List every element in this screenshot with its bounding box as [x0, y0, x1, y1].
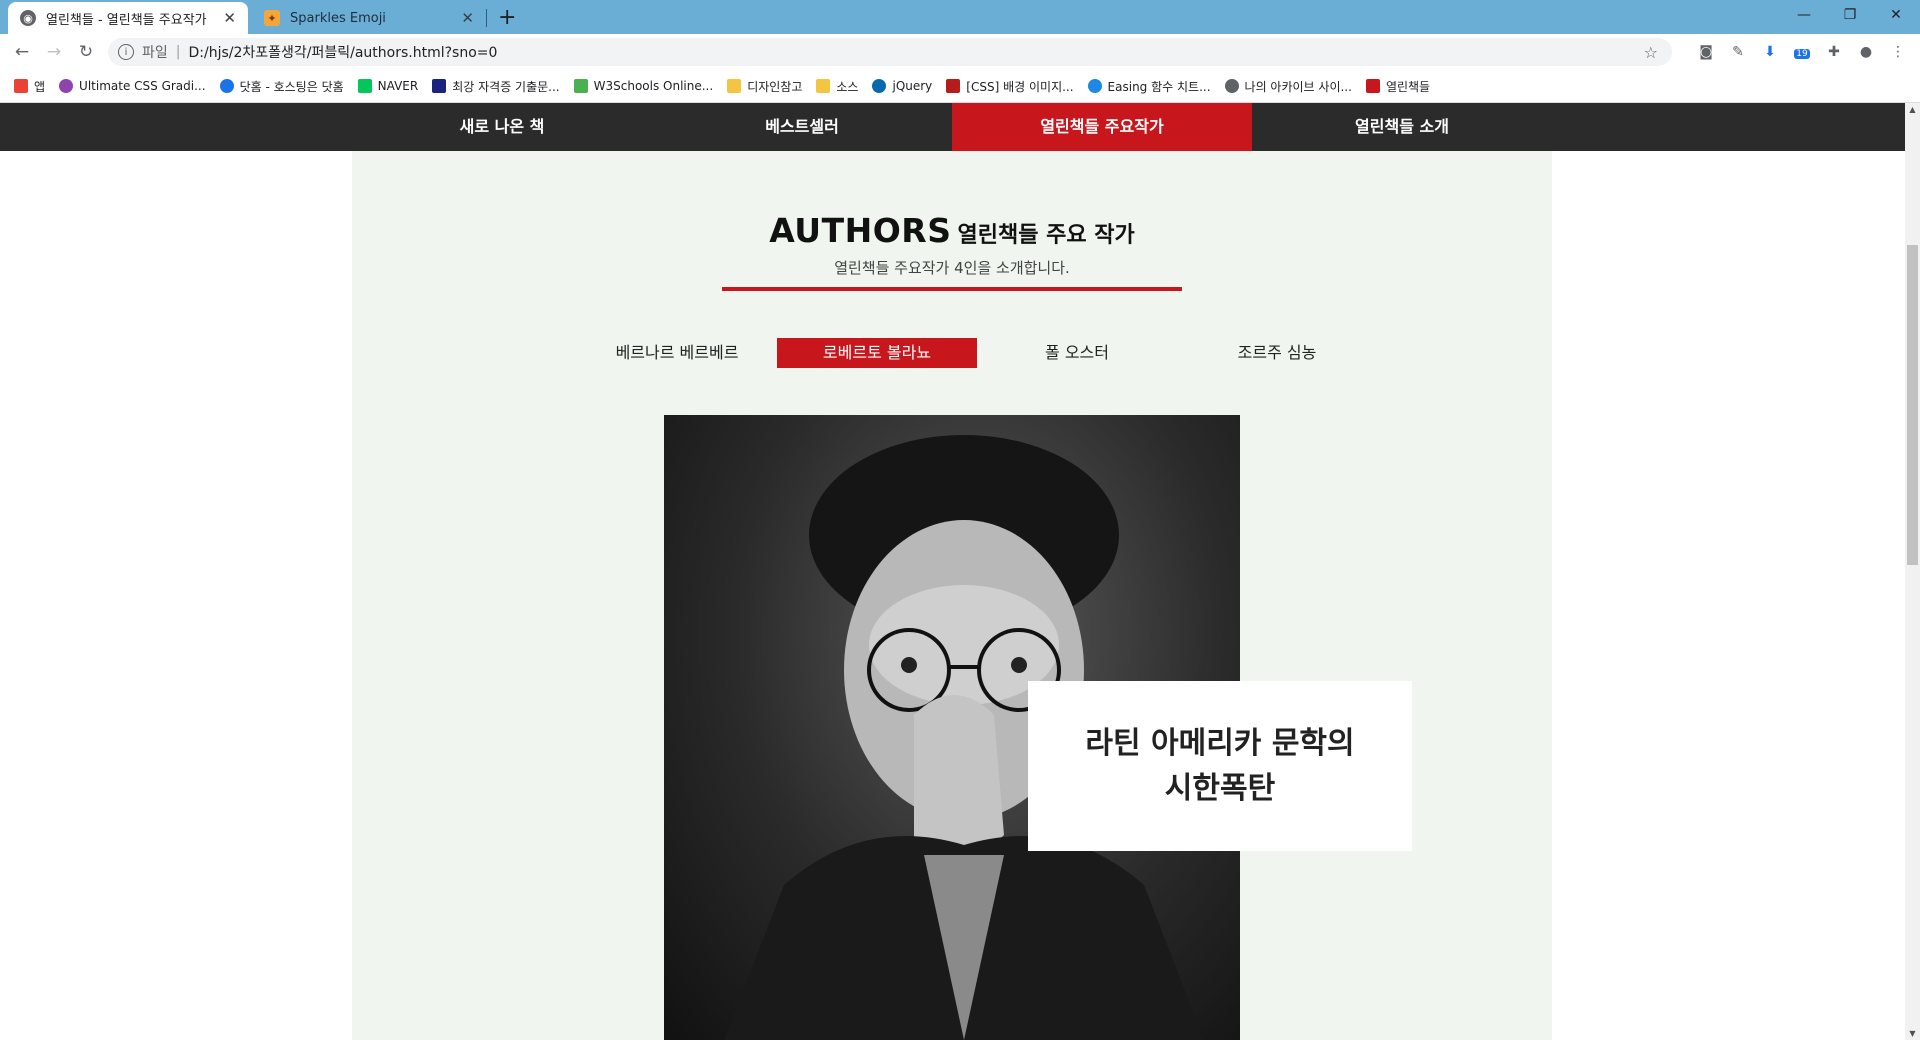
page-subtitle: 열린책들 주요작가 4인을 소개합니다.: [834, 259, 1070, 277]
bookmark-item[interactable]: 닷홈 - 호스팅은 닷홈: [219, 78, 344, 95]
bookmark-item[interactable]: W3Schools Online...: [573, 79, 714, 93]
dothome-favicon-icon: [219, 79, 234, 93]
new-tab-icon[interactable]: +: [498, 5, 516, 30]
restore-icon[interactable]: ❐: [1830, 2, 1870, 28]
sparkles-favicon-icon: ✦: [264, 10, 280, 26]
page-title: AUTHORS 열린책들 주요 작가: [352, 211, 1552, 250]
bookmark-label: [CSS] 배경 이미지...: [966, 79, 1074, 94]
jquery-favicon-icon: [872, 79, 887, 93]
browser-tab-strip: ◉ 열린책들 - 열린책들 주요작가 ✕ ✦ Sparkles Emoji ✕ …: [0, 0, 1920, 34]
forward-icon[interactable]: →: [42, 40, 66, 64]
nav-authors[interactable]: 열린책들 주요작가: [952, 103, 1252, 151]
bookmark-folder[interactable]: 디자인참고: [727, 78, 802, 95]
title-underline: [722, 287, 1182, 291]
bookmark-item[interactable]: 열린책들: [1365, 78, 1431, 95]
bookmark-item[interactable]: jQuery: [872, 79, 932, 93]
browser-toolbar: ← → ↻ i 파일 | D:/hjs/2차포폴생각/퍼블릭/authors.h…: [0, 34, 1920, 70]
nav-about[interactable]: 열린책들 소개: [1252, 103, 1552, 151]
scheme-separator: |: [175, 44, 181, 60]
caption-line: 시한폭탄: [1164, 771, 1276, 806]
bookmark-star-icon[interactable]: ☆: [1644, 43, 1658, 62]
url-text[interactable]: D:/hjs/2차포폴생각/퍼블릭/authors.html?sno=0: [188, 42, 497, 62]
gradient-favicon-icon: [59, 79, 74, 93]
menu-kebab-icon[interactable]: ⋮: [1888, 42, 1908, 62]
apps-grid-icon: [14, 79, 28, 93]
bookmark-item[interactable]: [CSS] 배경 이미지...: [946, 78, 1074, 95]
bookmark-label: Ultimate CSS Gradi...: [79, 79, 206, 93]
scroll-down-icon[interactable]: ▼: [1905, 1029, 1920, 1038]
bookmark-item[interactable]: 나의 아카이브 사이...: [1224, 78, 1352, 95]
openbooks-favicon-icon: [1365, 79, 1380, 93]
bookmark-label: 디자인참고: [747, 79, 803, 94]
author-caption-box: 라틴 아메리카 문학의 시한폭탄: [1028, 681, 1412, 851]
bookmark-label: NAVER: [377, 79, 419, 93]
browser-tab-active[interactable]: ◉ 열린책들 - 열린책들 주요작가 ✕: [8, 2, 248, 34]
browser-tab[interactable]: ✦ Sparkles Emoji ✕: [252, 2, 486, 34]
author-caption: 라틴 아메리카 문학의 시한폭탄: [1085, 721, 1354, 811]
easing-favicon-icon: [1087, 79, 1102, 93]
puzzle-icon[interactable]: ✚: [1824, 42, 1844, 62]
back-icon[interactable]: ←: [10, 40, 34, 64]
extension-badge-icon[interactable]: 19: [1792, 42, 1812, 62]
caption-line: 라틴 아메리카 문학의: [1085, 726, 1355, 761]
naver-favicon-icon: [357, 79, 372, 93]
nav-bestseller[interactable]: 베스트셀러: [652, 103, 952, 151]
reload-icon[interactable]: ↻: [74, 40, 98, 64]
scheme-label: 파일: [142, 45, 168, 61]
camera-icon[interactable]: ◙: [1696, 42, 1716, 62]
bookmark-item[interactable]: Easing 함수 치트...: [1087, 78, 1211, 95]
bookmark-item[interactable]: Ultimate CSS Gradi...: [59, 79, 206, 93]
bookmark-label: 열린책들: [1385, 79, 1431, 94]
minimize-icon[interactable]: —: [1784, 2, 1824, 28]
gsc-favicon-icon: [432, 79, 447, 93]
address-bar[interactable]: i 파일 | D:/hjs/2차포폴생각/퍼블릭/authors.html?sn…: [108, 38, 1672, 66]
bookmark-label: 최강 자격증 기출문...: [452, 79, 560, 94]
folder-icon: [816, 79, 831, 93]
profile-icon[interactable]: ●: [1856, 42, 1876, 62]
translate-icon[interactable]: ✎: [1728, 42, 1748, 62]
site-main-nav: 새로 나온 책 베스트셀러 열린책들 주요작가 열린책들 소개: [0, 103, 1905, 151]
extension-badge-count: 19: [1794, 49, 1810, 59]
info-icon[interactable]: i: [118, 44, 134, 60]
globe-icon: ◉: [20, 10, 36, 26]
bookmarks-bar: 앱 Ultimate CSS Gradi... 닷홈 - 호스팅은 닷홈 NAV…: [0, 70, 1920, 103]
w3schools-favicon-icon: [573, 79, 588, 93]
authors-section: AUTHORS 열린책들 주요 작가 열린책들 주요작가 4인을 소개합니다. 베…: [352, 151, 1552, 1040]
author-tab-simenon[interactable]: 조르주 심농: [1177, 338, 1377, 368]
author-tab-list: 베르나르 베르베르 로베르토 볼라뇨 폴 오스터 조르주 심농: [577, 338, 1377, 368]
folder-icon: [727, 79, 742, 93]
bookmark-label: 소스: [836, 79, 859, 94]
bookmark-label: 앱: [34, 79, 46, 94]
tab-title: Sparkles Emoji: [290, 10, 386, 26]
bookmark-item[interactable]: NAVER: [357, 79, 419, 93]
heading-en: AUTHORS: [769, 211, 952, 250]
close-tab-icon[interactable]: ✕: [461, 9, 474, 27]
heading-ko: 열린책들 주요 작가: [957, 223, 1135, 248]
bookmark-label: 닷홈 - 호스팅은 닷홈: [239, 79, 344, 94]
globe-icon: [1224, 79, 1239, 93]
download-icon[interactable]: ⬇: [1760, 42, 1780, 62]
author-tab-bolano[interactable]: 로베르토 볼라뇨: [777, 338, 977, 368]
tab-divider: [486, 9, 487, 27]
css-favicon-icon: [946, 79, 961, 93]
nav-new-books[interactable]: 새로 나온 책: [352, 103, 652, 151]
bookmark-label: 나의 아카이브 사이...: [1244, 79, 1352, 94]
bookmark-label: Easing 함수 치트...: [1107, 79, 1211, 94]
page-scrollbar[interactable]: ▲ ▼: [1905, 103, 1920, 1040]
bookmark-label: W3Schools Online...: [593, 79, 714, 93]
bookmark-apps[interactable]: 앱: [14, 78, 45, 95]
author-tab-werber[interactable]: 베르나르 베르베르: [577, 338, 777, 368]
close-tab-icon[interactable]: ✕: [223, 9, 236, 27]
close-window-icon[interactable]: ✕: [1876, 2, 1916, 28]
bookmark-item[interactable]: 최강 자격증 기출문...: [432, 78, 560, 95]
bookmark-label: jQuery: [892, 79, 933, 93]
bookmark-folder[interactable]: 소스: [816, 78, 858, 95]
tab-title: 열린책들 - 열린책들 주요작가: [46, 12, 207, 28]
scroll-up-icon[interactable]: ▲: [1905, 105, 1920, 114]
author-tab-auster[interactable]: 폴 오스터: [977, 338, 1177, 368]
scroll-thumb[interactable]: [1907, 245, 1918, 565]
